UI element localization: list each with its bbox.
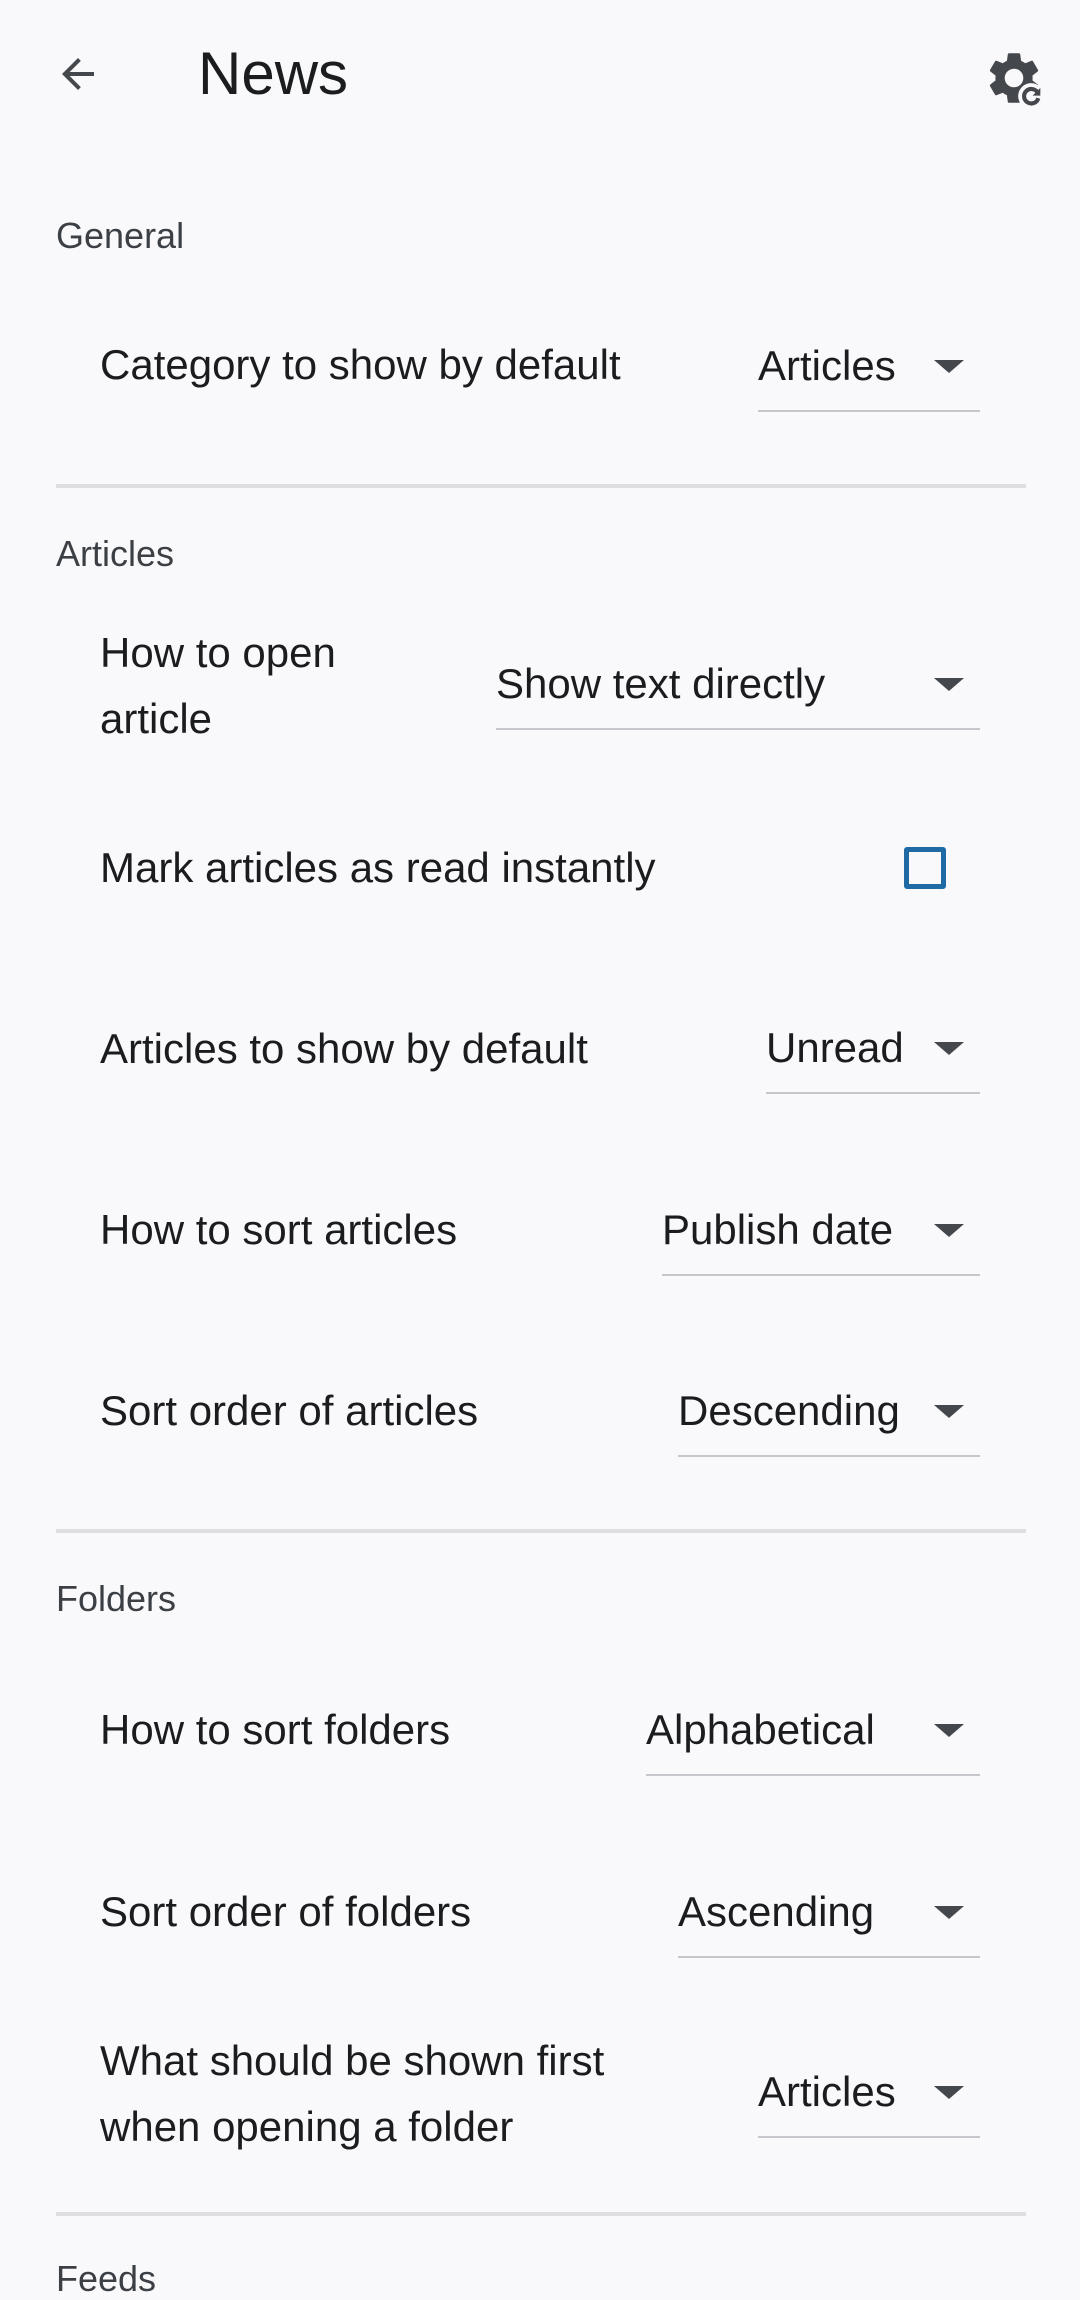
shown-first-label-line1: What should be shown first (100, 2037, 605, 2084)
category-default-dropdown[interactable]: Articles (758, 322, 980, 412)
app-bar: News (0, 0, 1080, 150)
section-header-articles: Articles (56, 533, 175, 574)
dropdown-value: Descending (678, 1387, 900, 1434)
dropdown-value: Articles (758, 342, 896, 389)
dropdown-arrow-icon (934, 1223, 964, 1237)
open-article-dropdown[interactable]: Show text directly (496, 640, 980, 730)
back-button[interactable] (40, 36, 116, 112)
section-header-feeds: Feeds (56, 2258, 157, 2299)
dropdown-arrow-icon (934, 359, 964, 373)
open-article-label-line1: How to open (100, 629, 336, 676)
dropdown-arrow-icon (934, 1041, 964, 1055)
sort-order-articles-dropdown[interactable]: Descending (678, 1367, 980, 1457)
sort-folders-dropdown[interactable]: Alphabetical (646, 1686, 980, 1776)
gear-sync-icon (989, 53, 1044, 109)
dropdown-value: Unread (766, 1024, 904, 1071)
dropdown-arrow-icon (934, 677, 964, 691)
dropdown-arrow-icon (934, 1404, 964, 1418)
mark-read-checkbox[interactable] (904, 847, 946, 889)
divider (56, 1529, 1026, 1533)
divider (56, 2212, 1026, 2216)
sort-articles-dropdown[interactable]: Publish date (662, 1186, 980, 1276)
sort-order-folders-dropdown[interactable]: Ascending (678, 1868, 980, 1958)
open-article-label-line2: article (100, 695, 213, 742)
dropdown-value: Publish date (662, 1206, 894, 1253)
section-header-folders: Folders (56, 1578, 177, 1619)
articles-show-default-label: Articles to show by default (100, 1025, 588, 1072)
page-title: News (198, 40, 349, 107)
dropdown-arrow-icon (934, 1905, 964, 1919)
category-default-label: Category to show by default (100, 341, 621, 388)
sort-order-articles-label: Sort order of articles (100, 1387, 479, 1434)
sort-order-folders-label: Sort order of folders (100, 1888, 472, 1935)
settings-sync-button[interactable] (974, 38, 1054, 118)
arrow-left-icon (62, 58, 94, 90)
sort-articles-label: How to sort articles (100, 1206, 458, 1253)
open-article-label: How to open article (100, 620, 336, 752)
dropdown-value: Articles (758, 2068, 896, 2115)
shown-first-label-line2: when opening a folder (100, 2103, 514, 2150)
dropdown-arrow-icon (934, 2085, 964, 2099)
dropdown-value: Ascending (678, 1888, 875, 1935)
shown-first-dropdown[interactable]: Articles (758, 2048, 980, 2138)
section-header-general: General (56, 215, 185, 256)
dropdown-value: Alphabetical (646, 1706, 875, 1753)
shown-first-label: What should be shown first when opening … (100, 2028, 604, 2160)
sort-folders-label: How to sort folders (100, 1706, 451, 1753)
articles-show-default-dropdown[interactable]: Unread (766, 1004, 980, 1094)
divider (56, 484, 1026, 488)
dropdown-value: Show text directly (496, 660, 826, 707)
dropdown-arrow-icon (934, 1723, 964, 1737)
mark-read-label: Mark articles as read instantly (100, 844, 656, 891)
